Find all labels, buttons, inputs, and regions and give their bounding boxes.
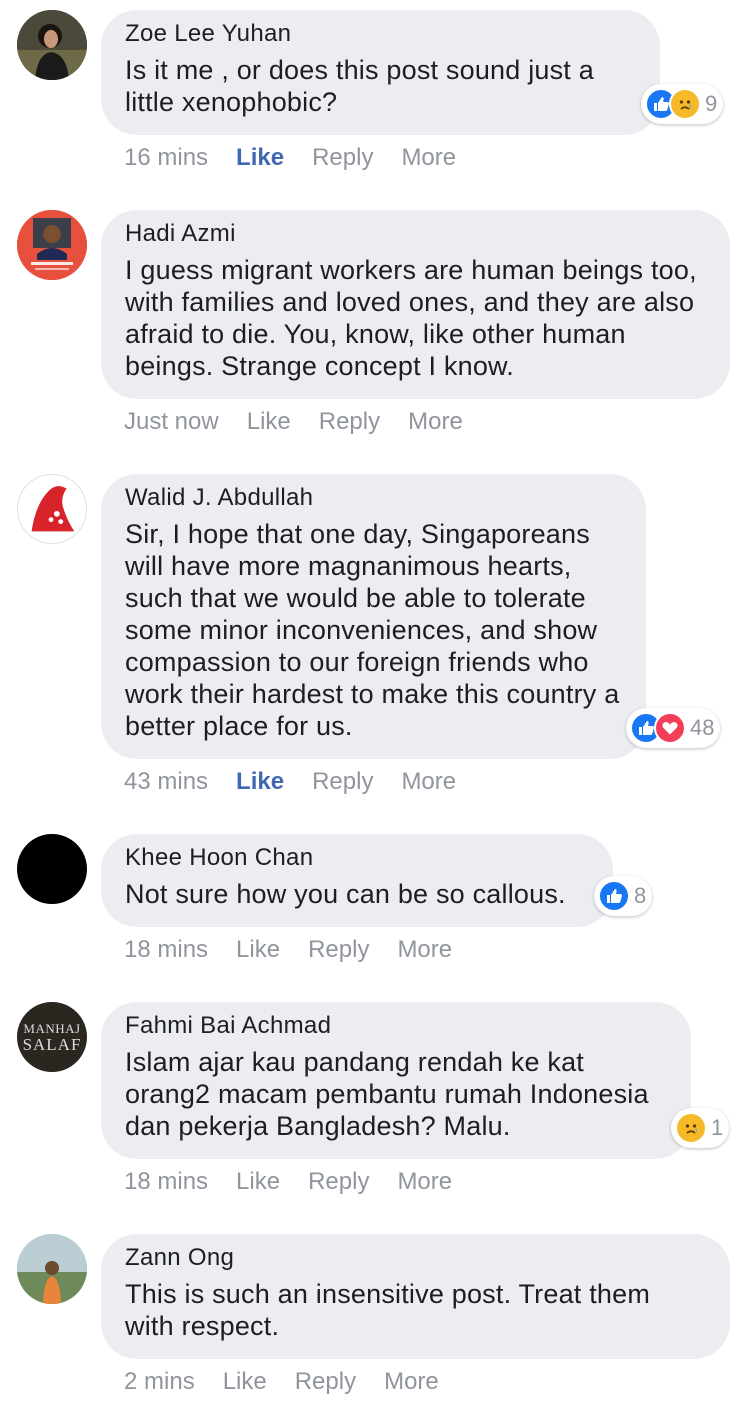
comment-time[interactable]: 2 mins <box>124 1368 195 1395</box>
comment-author[interactable]: Fahmi Bai Achmad <box>125 1012 667 1040</box>
reply-button[interactable]: Reply <box>308 1168 369 1195</box>
comment-text: Not sure how you can be so callous. <box>125 879 566 909</box>
comment-author[interactable]: Khee Hoon Chan <box>125 844 589 872</box>
comment-author[interactable]: Zann Ong <box>125 1244 706 1272</box>
love-reaction-icon <box>654 712 686 744</box>
comment-time[interactable]: Just now <box>124 408 219 435</box>
avatar[interactable] <box>17 474 87 544</box>
comment-time[interactable]: 16 mins <box>124 144 208 171</box>
comment-actions: 16 mins Like Reply More <box>124 144 484 172</box>
avatar[interactable] <box>17 1234 87 1304</box>
reaction-count: 48 <box>690 715 715 740</box>
comment-author[interactable]: Hadi Azmi <box>125 220 706 248</box>
reply-button[interactable]: Reply <box>308 936 369 963</box>
like-button[interactable]: Like <box>236 768 284 795</box>
comment-time[interactable]: 18 mins <box>124 1168 208 1195</box>
comment-actions: Just now Like Reply More <box>124 408 491 436</box>
reply-button[interactable]: Reply <box>312 768 373 795</box>
avatar[interactable]: MANHAJ SALAF <box>17 1002 87 1072</box>
avatar-photo-icon <box>17 210 87 280</box>
reaction-summary[interactable]: 9 <box>641 84 724 124</box>
reaction-count: 1 <box>711 1115 724 1140</box>
like-button[interactable]: Like <box>223 1368 267 1395</box>
comment-text: Is it me , or does this post sound just … <box>125 55 594 117</box>
comment-bubble: Walid J. Abdullah Sir, I hope that one d… <box>101 474 646 759</box>
reply-button[interactable]: Reply <box>319 408 380 435</box>
sad-reaction-icon <box>669 88 701 120</box>
comment-time[interactable]: 43 mins <box>124 768 208 795</box>
avatar[interactable] <box>17 834 87 904</box>
like-button[interactable]: Like <box>247 408 291 435</box>
comment-text: This is such an insensitive post. Treat … <box>125 1279 651 1341</box>
reaction-count: 9 <box>705 91 718 116</box>
comment-bubble: Fahmi Bai Achmad Islam ajar kau pandang … <box>101 1002 691 1159</box>
more-button[interactable]: More <box>397 936 452 963</box>
comment-actions: 43 mins Like Reply More <box>124 768 484 796</box>
comment-author[interactable]: Zoe Lee Yuhan <box>125 20 636 48</box>
more-button[interactable]: More <box>408 408 463 435</box>
comment-text: Sir, I hope that one day, Singaporeans w… <box>125 519 620 741</box>
reply-button[interactable]: Reply <box>312 144 373 171</box>
avatar-photo-icon <box>17 1234 87 1304</box>
comment-bubble: Zann Ong This is such an insensitive pos… <box>101 1234 730 1359</box>
avatar[interactable] <box>17 10 87 80</box>
more-button[interactable]: More <box>401 144 456 171</box>
more-button[interactable]: More <box>397 1168 452 1195</box>
like-reaction-icon <box>598 880 630 912</box>
reaction-count: 8 <box>634 883 647 908</box>
sad-reaction-icon <box>675 1112 707 1144</box>
reply-button[interactable]: Reply <box>295 1368 356 1395</box>
comment-bubble: Khee Hoon Chan Not sure how you can be s… <box>101 834 613 927</box>
reaction-summary[interactable]: 8 <box>594 876 653 916</box>
comment-author[interactable]: Walid J. Abdullah <box>125 484 622 512</box>
more-button[interactable]: More <box>384 1368 439 1395</box>
comment-actions: 2 mins Like Reply More <box>124 1368 467 1396</box>
avatar-text: MANHAJ <box>23 1020 81 1036</box>
avatar-photo-icon <box>17 10 87 80</box>
comment-actions: 18 mins Like Reply More <box>124 936 480 964</box>
avatar-logo-icon <box>18 475 86 543</box>
reaction-summary[interactable]: 48 <box>626 708 721 748</box>
avatar-text: SALAF <box>22 1034 82 1054</box>
like-button[interactable]: Like <box>236 1168 280 1195</box>
comment-text: I guess migrant workers are human beings… <box>125 255 697 381</box>
reaction-summary[interactable]: 1 <box>671 1108 730 1148</box>
avatar[interactable] <box>17 210 87 280</box>
more-button[interactable]: More <box>401 768 456 795</box>
like-button[interactable]: Like <box>236 936 280 963</box>
like-button[interactable]: Like <box>236 144 284 171</box>
comment-text: Islam ajar kau pandang rendah ke kat ora… <box>125 1047 649 1141</box>
comment-bubble: Hadi Azmi I guess migrant workers are hu… <box>101 210 730 399</box>
comment-time[interactable]: 18 mins <box>124 936 208 963</box>
comment-bubble: Zoe Lee Yuhan Is it me , or does this po… <box>101 10 660 135</box>
comment-actions: 18 mins Like Reply More <box>124 1168 480 1196</box>
